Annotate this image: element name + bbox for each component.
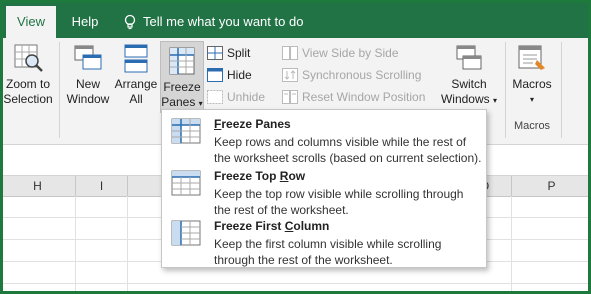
dropdown-arrow-icon: ▾ — [493, 96, 498, 105]
grid-col-line — [511, 196, 512, 294]
reset-window-position-button[interactable]: Reset Window Position — [282, 87, 432, 107]
freeze-first-column-title-pre: Freeze First — [214, 219, 285, 233]
reset-window-position-label: Reset Window Position — [302, 90, 426, 104]
dropdown-arrow-icon: ▾ — [529, 95, 534, 104]
freeze-first-column-title: Freeze First Column — [214, 219, 329, 233]
freeze-panes-description: Keep rows and columns visible while the … — [214, 135, 482, 165]
view-side-by-side-label: View Side by Side — [302, 46, 399, 60]
new-window-line2: Window — [66, 92, 110, 106]
grid-row-line — [0, 283, 591, 284]
ribbon-separator — [505, 42, 506, 138]
ribbon-tab-bar: View Help Tell me what you want to do — [0, 0, 591, 38]
menu-item-freeze-top-row[interactable]: Freeze Top Row Keep the top row visible … — [162, 165, 486, 217]
freeze-top-row-title-rest: ow — [288, 169, 306, 183]
freeze-panes-menu: Freeze Panes Keep rows and columns visib… — [161, 109, 487, 268]
reset-window-icon — [282, 90, 298, 104]
arrange-all-icon — [124, 44, 148, 73]
new-window-icon — [74, 45, 102, 70]
freeze-panes-button[interactable]: Freeze Panes ▾ — [160, 41, 204, 113]
macros-group-label: Macros — [514, 120, 551, 132]
switch-windows-icon — [456, 45, 482, 70]
synchronous-scrolling-button[interactable]: Synchronous Scrolling — [282, 65, 427, 85]
split-button[interactable]: Split — [207, 43, 267, 63]
zoom-label-line1: Zoom to — [5, 77, 50, 91]
freeze-panes-icon — [171, 118, 201, 144]
unhide-label: Unhide — [227, 90, 266, 104]
menu-item-freeze-first-column[interactable]: Freeze First Column Keep the first colum… — [162, 215, 486, 267]
lightbulb-icon — [124, 14, 136, 30]
macros-button[interactable]: Macros ▾ — [508, 42, 556, 118]
ribbon-separator — [561, 42, 562, 138]
switch-windows-line2-wrap: Windows ▾ — [438, 92, 500, 108]
macros-label: Macros — [512, 77, 552, 91]
zoom-to-selection-icon — [14, 44, 43, 72]
sync-scroll-icon — [282, 68, 298, 82]
freeze-first-column-title-rest: olumn — [293, 219, 330, 233]
freeze-top-row-icon — [171, 170, 201, 196]
unhide-button[interactable]: Unhide — [207, 87, 273, 107]
switch-windows-line2: Windows — [440, 92, 490, 106]
freeze-top-row-title-pre: Freeze Top — [214, 169, 280, 183]
freeze-panes-line2: Panes — [161, 95, 196, 109]
view-side-by-side-button[interactable]: View Side by Side — [282, 43, 412, 63]
freeze-panes-icon — [169, 47, 195, 75]
switch-windows-line1: Switch — [451, 77, 487, 91]
tab-help[interactable]: Help — [62, 6, 108, 38]
dropdown-arrow-icon: ▾ — [198, 99, 203, 108]
freeze-panes-line1: Freeze — [163, 80, 201, 94]
zoom-label-line2: Selection — [3, 92, 53, 106]
freeze-first-column-icon — [171, 220, 201, 246]
ribbon-separator — [59, 42, 60, 138]
zoom-to-selection-button[interactable]: Zoom to Selection — [1, 42, 55, 118]
synchronous-scrolling-label: Synchronous Scrolling — [302, 68, 422, 82]
column-header-h[interactable]: H — [0, 176, 76, 196]
arrange-all-line1: Arrange — [114, 77, 158, 91]
hide-label: Hide — [227, 68, 252, 82]
macros-icon — [518, 45, 545, 70]
tab-view[interactable]: View — [6, 6, 56, 38]
freeze-panes-title-rest: reeze Panes — [221, 117, 291, 131]
column-header-i[interactable]: I — [76, 176, 128, 196]
new-window-line1: New — [75, 77, 100, 91]
grid-col-line — [75, 196, 76, 294]
freeze-panes-title: Freeze Panes — [214, 117, 291, 131]
unhide-icon — [207, 90, 223, 104]
switch-windows-button[interactable]: Switch Windows ▾ — [438, 42, 500, 118]
arrange-all-button[interactable]: Arrange All — [112, 42, 160, 118]
tell-me-label: Tell me what you want to do — [143, 14, 304, 29]
grid-col-line — [127, 196, 128, 294]
arrange-all-line2: All — [129, 92, 143, 106]
freeze-top-row-title: Freeze Top Row — [214, 169, 305, 183]
menu-item-freeze-panes[interactable]: Freeze Panes Keep rows and columns visib… — [162, 113, 486, 165]
hide-button[interactable]: Hide — [207, 65, 267, 85]
hide-icon — [207, 68, 223, 82]
freeze-first-column-description: Keep the first column visible while scro… — [214, 237, 442, 267]
split-icon — [207, 46, 223, 60]
column-header-p[interactable]: P — [512, 176, 591, 196]
freeze-top-row-description: Keep the top row visible while scrolling… — [214, 187, 464, 217]
side-by-side-icon — [282, 46, 298, 60]
split-label: Split — [227, 46, 251, 60]
new-window-button[interactable]: New Window — [64, 42, 112, 118]
